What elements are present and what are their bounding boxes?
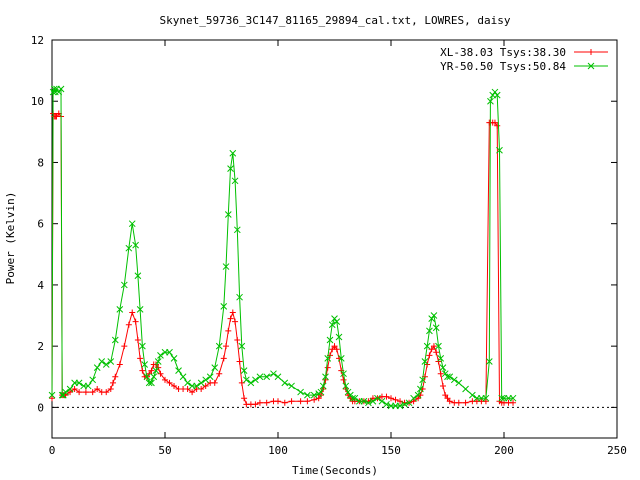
data-point: [340, 376, 347, 383]
data-point: [232, 318, 239, 325]
x-tick-label: 50: [158, 444, 171, 457]
data-point: [455, 399, 462, 406]
data-point: [82, 389, 89, 396]
data-point: [288, 382, 295, 390]
legend: XL-38.03 Tsys:38.30YR-50.50 Tsys:50.84: [440, 46, 608, 73]
data-point: [281, 379, 289, 387]
data-point: [426, 352, 433, 359]
data-point: [304, 398, 311, 405]
x-axis-label: Time(Seconds): [292, 464, 378, 477]
data-point: [211, 379, 218, 386]
data-point: [171, 382, 178, 389]
data-point: [227, 315, 234, 322]
data-point: [297, 388, 304, 396]
x-tick-label: 250: [607, 444, 627, 457]
data-point: [170, 355, 178, 362]
data-point: [241, 395, 248, 402]
data-point: [462, 399, 469, 406]
series-line: [51, 112, 513, 405]
axes: [51, 39, 618, 439]
data-point: [256, 399, 263, 406]
data-point: [76, 389, 83, 396]
data-point: [175, 367, 182, 374]
data-point: [275, 398, 281, 405]
data-point: [236, 358, 243, 365]
data-point: [139, 367, 146, 374]
legend-label: YR-50.50 Tsys:50.84: [440, 60, 566, 73]
y-tick-label: 4: [37, 279, 44, 292]
data-point: [388, 395, 394, 402]
data-point: [93, 364, 101, 371]
y-axis-label: Power (Kelvin): [4, 192, 17, 285]
data-point: [179, 373, 187, 381]
data-point: [216, 370, 223, 377]
plot-frame: [51, 39, 618, 439]
series-2: [48, 85, 517, 410]
data-point: [125, 321, 132, 328]
x-tick-label: 100: [268, 444, 288, 457]
data-point: [281, 399, 288, 406]
y-tick-label: 12: [31, 34, 44, 47]
data-point: [116, 361, 123, 368]
data-point: [234, 337, 241, 344]
series-layer: [48, 85, 517, 410]
data-point: [121, 343, 128, 350]
data-point: [132, 318, 139, 325]
series-1: [49, 110, 517, 408]
data-point: [491, 88, 499, 96]
x-tick-label: 150: [381, 444, 401, 457]
data-point: [134, 337, 141, 344]
legend-label: XL-38.03 Tsys:38.30: [440, 46, 566, 59]
data-point: [189, 389, 196, 396]
data-point: [49, 395, 55, 402]
x-tick-label: 200: [494, 444, 514, 457]
data-point: [223, 343, 230, 350]
data-point: [288, 398, 295, 405]
data-point: [297, 398, 304, 405]
data-point: [89, 389, 96, 396]
y-tick-label: 8: [37, 156, 44, 169]
data-point: [110, 379, 117, 386]
data-point: [89, 376, 97, 384]
x-tick-label: 0: [49, 444, 56, 457]
data-point: [129, 309, 136, 316]
data-point: [220, 355, 227, 362]
y-tick-label: 0: [37, 401, 44, 414]
data-point: [392, 396, 399, 403]
data-point: [225, 327, 232, 334]
chart-title: Skynet_59736_3C147_81165_29894_cal.txt, …: [160, 14, 511, 27]
data-point: [439, 382, 446, 389]
data-point: [154, 358, 162, 365]
y-tick-label: 2: [37, 340, 44, 353]
data-point: [103, 389, 110, 396]
data-point: [150, 373, 158, 381]
data-point: [331, 315, 338, 322]
data-point: [252, 401, 259, 408]
data-point: [166, 379, 173, 386]
data-point: [107, 386, 114, 393]
data-point: [433, 349, 440, 356]
data-point: [229, 309, 236, 316]
data-point: [112, 373, 119, 380]
data-point: [462, 385, 469, 393]
data-point: [410, 398, 417, 405]
chart-svg: Skynet_59736_3C147_81165_29894_cal.txt, …: [4, 14, 627, 477]
data-point: [137, 355, 144, 362]
legend-marker: [588, 49, 594, 55]
y-tick-label: 10: [31, 95, 44, 108]
data-point: [324, 364, 331, 371]
y-ticks: 0 2 4 6 8 10 12: [31, 34, 617, 414]
data-point: [263, 399, 270, 406]
y-tick-label: 6: [37, 218, 44, 231]
data-point: [94, 386, 101, 393]
